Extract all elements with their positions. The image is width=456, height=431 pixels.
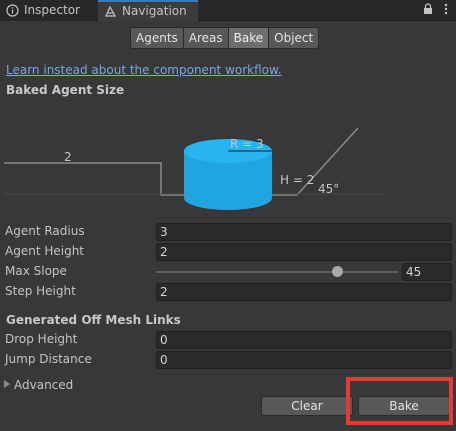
component-workflow-link[interactable]: Learn instead about the component workfl…: [6, 63, 282, 77]
tab-actions: [415, 3, 449, 18]
clear-button[interactable]: Clear: [261, 396, 353, 416]
bake-highlight-box: [346, 377, 453, 425]
lock-icon[interactable]: [423, 3, 433, 18]
segment-agents[interactable]: Agents: [130, 27, 184, 49]
agent-radius-field[interactable]: 3: [156, 223, 452, 241]
tab-bar: Inspector Navigation: [0, 0, 456, 21]
step-label: 2: [64, 150, 72, 164]
height-label: H = 2: [280, 173, 314, 187]
agent-radius-label: Agent Radius: [5, 224, 85, 238]
advanced-foldout[interactable]: Advanced: [4, 378, 73, 392]
off-mesh-links-title: Generated Off Mesh Links: [6, 313, 181, 327]
max-slope-field[interactable]: 45: [402, 263, 452, 281]
jump-distance-row: Jump Distance 0: [0, 351, 456, 369]
mode-segmented-control: Agents Areas Bake Object: [130, 27, 320, 49]
segment-object[interactable]: Object: [269, 27, 320, 49]
jump-distance-label: Jump Distance: [5, 352, 92, 366]
baked-agent-size-title: Baked Agent Size: [6, 83, 125, 97]
max-slope-slider-thumb[interactable]: [332, 266, 343, 277]
agent-height-label: Agent Height: [5, 244, 85, 258]
max-slope-row: Max Slope 45: [0, 263, 456, 281]
agent-radius-row: Agent Radius 3: [0, 223, 456, 241]
tab-inspector-label: Inspector: [24, 3, 80, 17]
radius-label: R = 3: [230, 137, 264, 151]
step-height-row: Step Height 2: [0, 283, 456, 301]
tab-navigation-label: Navigation: [122, 4, 187, 18]
slope-label: 45°: [318, 182, 339, 196]
agent-height-row: Agent Height 2: [0, 243, 456, 261]
kebab-menu-icon[interactable]: [444, 3, 448, 18]
max-slope-label: Max Slope: [5, 264, 67, 278]
step-height-label: Step Height: [5, 284, 76, 298]
drop-height-label: Drop Height: [5, 332, 78, 346]
tab-inspector[interactable]: Inspector: [0, 0, 96, 21]
navigation-icon: [105, 5, 117, 17]
agent-height-field[interactable]: 2: [156, 243, 452, 261]
agent-size-diagram: 2 R = 3 H = 2 45°: [4, 127, 385, 210]
tab-navigation[interactable]: Navigation: [98, 0, 198, 21]
segment-areas[interactable]: Areas: [183, 27, 229, 49]
advanced-label: Advanced: [14, 378, 74, 392]
info-icon: [6, 4, 19, 17]
max-slope-slider[interactable]: [156, 271, 398, 273]
jump-distance-field[interactable]: 0: [156, 351, 452, 369]
step-height-field[interactable]: 2: [156, 283, 452, 301]
drop-height-row: Drop Height 0: [0, 331, 456, 349]
foldout-arrow-icon: [4, 380, 10, 388]
segment-bake[interactable]: Bake: [228, 27, 270, 49]
drop-height-field[interactable]: 0: [156, 331, 452, 349]
